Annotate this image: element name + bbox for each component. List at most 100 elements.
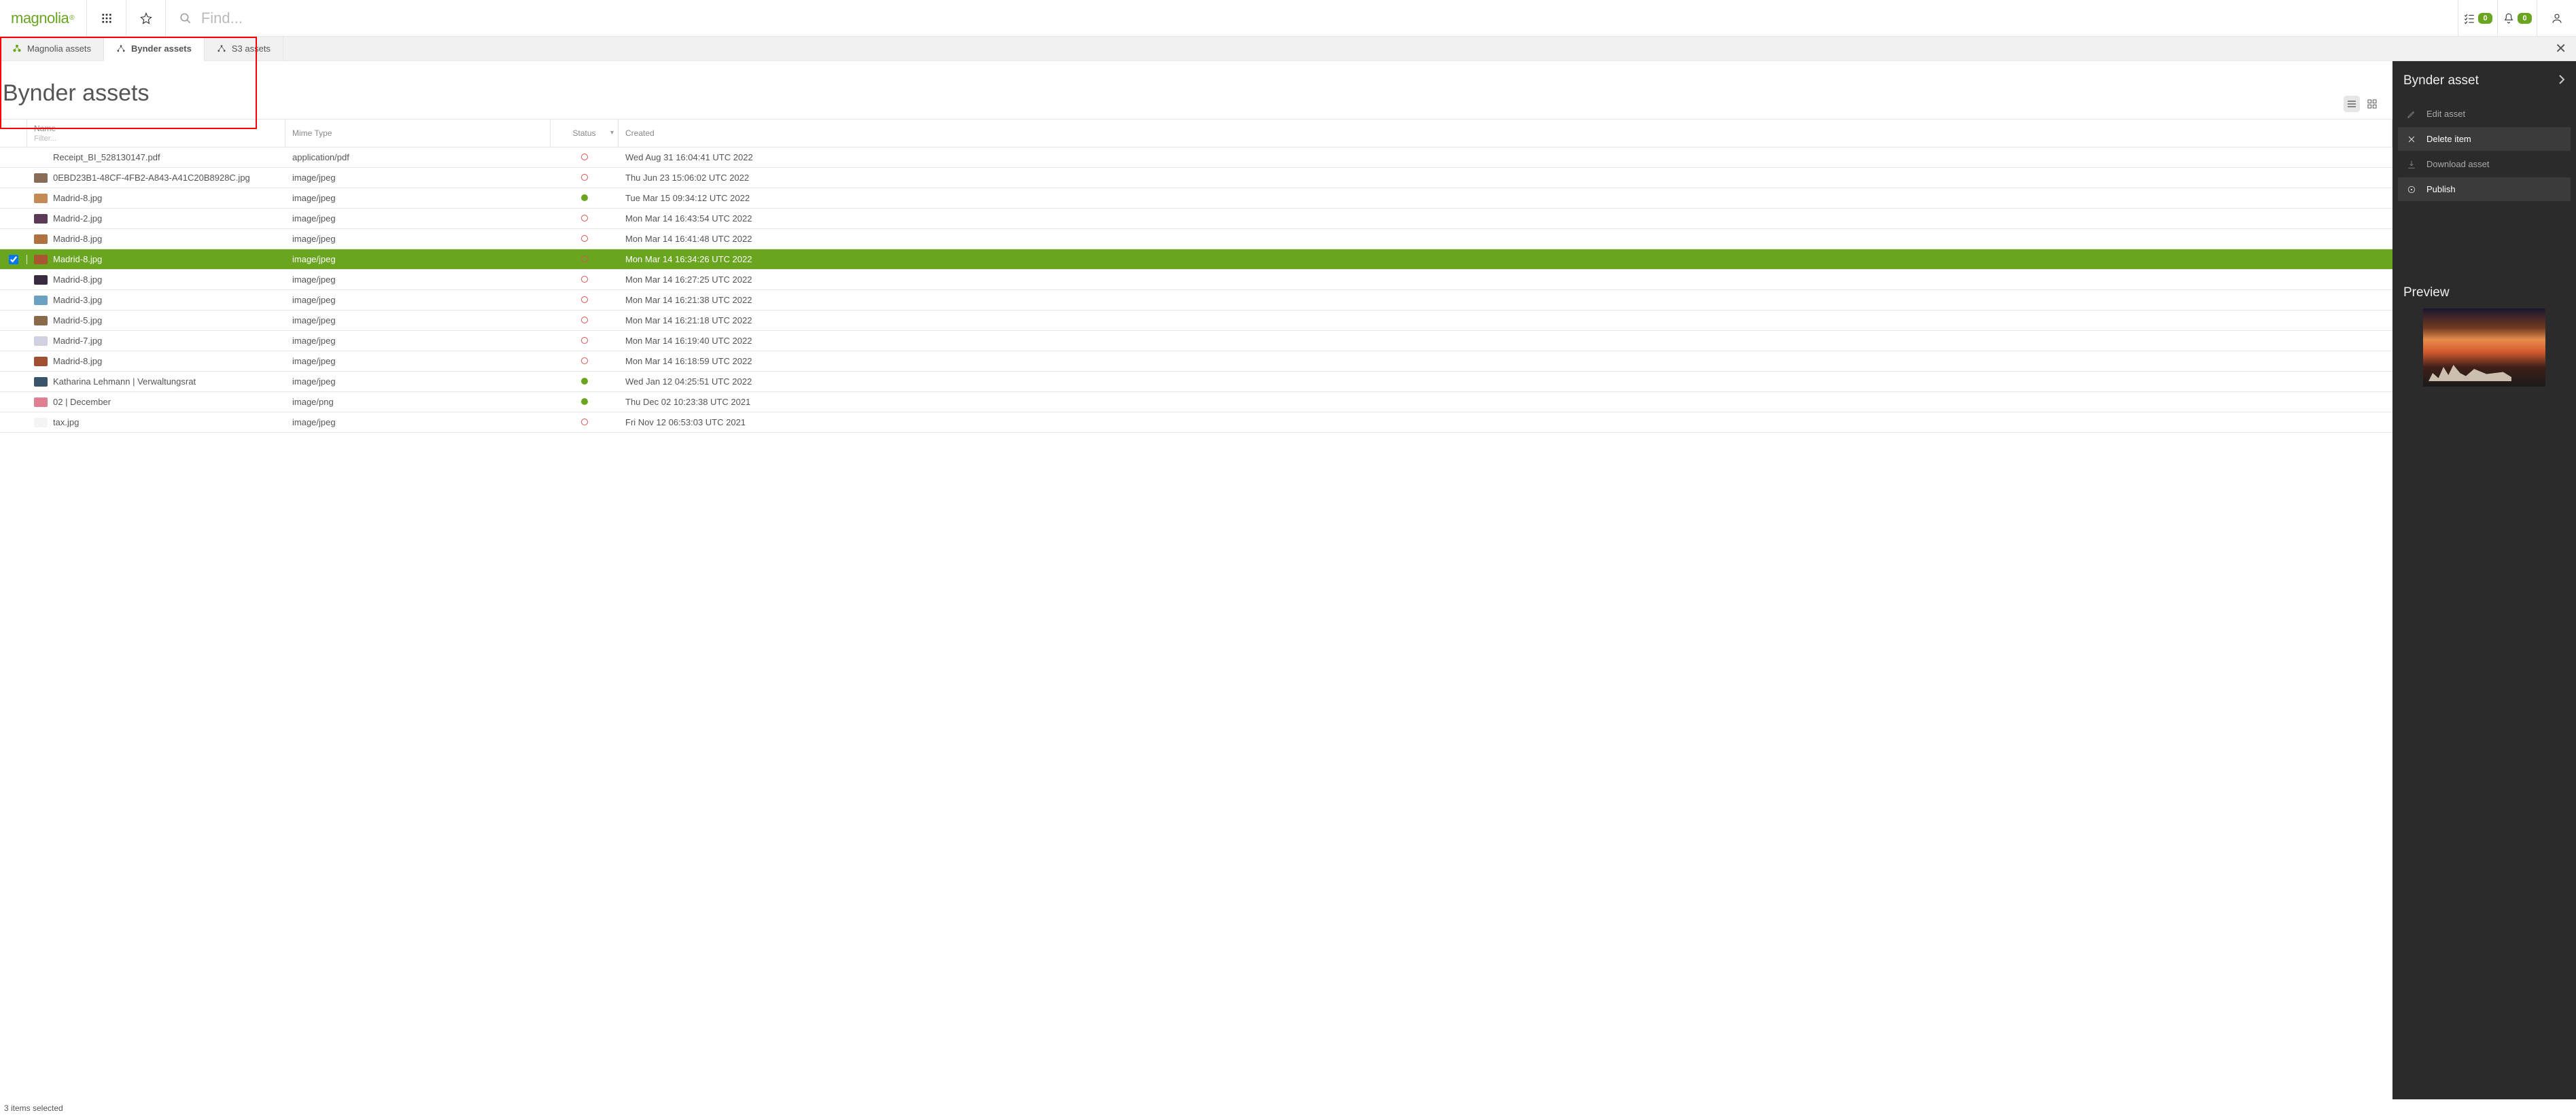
- name-filter-input[interactable]: [34, 135, 278, 143]
- cell-status: [551, 376, 619, 387]
- cell-status: [551, 336, 619, 346]
- favorites-button[interactable]: [126, 0, 166, 36]
- global-search[interactable]: [166, 0, 2458, 36]
- asset-name: 02 | December: [53, 397, 111, 407]
- content-pane: Bynder assets: [0, 61, 2392, 1099]
- publish-action[interactable]: Publish: [2398, 177, 2571, 201]
- row-thumbnail: [34, 357, 48, 366]
- notifications-button[interactable]: 0: [2497, 0, 2537, 36]
- cell-mime: image/jpeg: [285, 376, 551, 387]
- row-thumbnail: [34, 397, 48, 407]
- tree-icon: [12, 44, 22, 54]
- edit-asset-action[interactable]: Edit asset: [2398, 102, 2571, 126]
- status-unpublished-icon: [581, 215, 588, 221]
- cell-name: Madrid-7.jpg: [27, 336, 285, 347]
- table-row[interactable]: Katharina Lehmann | Verwaltungsrat image/…: [0, 372, 2392, 392]
- asset-name: Madrid-2.jpg: [53, 213, 102, 224]
- cell-status: [551, 193, 619, 203]
- nodes-icon: [116, 44, 126, 54]
- asset-name: Madrid-3.jpg: [53, 295, 102, 305]
- assets-table: Name Mime Type Status ▾ Created Receipt_…: [0, 119, 2392, 1099]
- asset-name: Madrid-8.jpg: [53, 254, 102, 264]
- cell-name: Madrid-8.jpg: [27, 254, 285, 265]
- user-icon: [2551, 12, 2563, 24]
- column-created[interactable]: Created: [619, 120, 2392, 147]
- cell-name: Madrid-5.jpg: [27, 315, 285, 326]
- table-row[interactable]: Madrid-7.jpgimage/jpegMon Mar 14 16:19:4…: [0, 331, 2392, 351]
- asset-name: Katharina Lehmann | Verwaltungsrat: [53, 376, 196, 387]
- cell-mime: image/jpeg: [285, 356, 551, 366]
- list-icon: [2346, 99, 2357, 109]
- asset-name: Madrid-8.jpg: [53, 356, 102, 366]
- delete-item-action[interactable]: Delete item: [2398, 127, 2571, 151]
- cell-created: Mon Mar 14 16:21:38 UTC 2022: [619, 295, 2392, 305]
- tab-label: Magnolia assets: [27, 43, 91, 54]
- asset-name: tax.jpg: [53, 417, 79, 427]
- cell-mime: image/png: [285, 397, 551, 407]
- row-thumbnail: [34, 336, 48, 346]
- cell-status: [551, 356, 619, 366]
- cell-created: Fri Nov 12 06:53:03 UTC 2021: [619, 417, 2392, 427]
- table-row[interactable]: tax.jpgimage/jpegFri Nov 12 06:53:03 UTC…: [0, 412, 2392, 433]
- status-bar: 3 items selected: [0, 1099, 2576, 1117]
- row-checkbox-cell[interactable]: [0, 255, 27, 264]
- pencil-icon: [2406, 109, 2417, 119]
- cell-mime: image/jpeg: [285, 274, 551, 285]
- table-row[interactable]: Madrid-8.jpgimage/jpegMon Mar 14 16:18:5…: [0, 351, 2392, 372]
- publish-icon: [2406, 185, 2417, 194]
- cell-created: Tue Mar 15 09:34:12 UTC 2022: [619, 193, 2392, 203]
- table-row[interactable]: Madrid-5.jpgimage/jpegMon Mar 14 16:21:1…: [0, 311, 2392, 331]
- table-row[interactable]: Madrid-8.jpgimage/jpegMon Mar 14 16:27:2…: [0, 270, 2392, 290]
- asset-name: Receipt_BI_528130147.pdf: [53, 152, 160, 162]
- tasks-button[interactable]: 0: [2458, 0, 2497, 36]
- cell-status: [551, 295, 619, 305]
- tab-bynder-assets[interactable]: Bynder assets: [104, 37, 205, 61]
- column-label: Status: [557, 128, 611, 138]
- download-asset-action[interactable]: Download asset: [2398, 152, 2571, 176]
- close-app-button[interactable]: ✕: [2545, 40, 2576, 57]
- table-row[interactable]: Madrid-8.jpgimage/jpegTue Mar 15 09:34:1…: [0, 188, 2392, 209]
- top-bar: magnolia® 0: [0, 0, 2576, 37]
- asset-name: Madrid-8.jpg: [53, 274, 102, 285]
- column-name[interactable]: Name: [27, 120, 285, 147]
- tab-s3-assets[interactable]: S3 assets: [205, 37, 283, 60]
- cell-created: Mon Mar 14 16:21:18 UTC 2022: [619, 315, 2392, 325]
- status-unpublished-icon: [581, 419, 588, 425]
- table-row[interactable]: Receipt_BI_528130147.pdfapplication/pdfW…: [0, 147, 2392, 168]
- preview-thumbnail[interactable]: [2423, 308, 2545, 387]
- table-row[interactable]: Madrid-8.jpgimage/jpegMon Mar 14 16:34:2…: [0, 249, 2392, 270]
- search-input[interactable]: [201, 10, 2444, 27]
- row-thumbnail: [34, 275, 48, 285]
- grid-view-button[interactable]: [2364, 96, 2380, 112]
- table-row[interactable]: Madrid-2.jpgimage/jpegMon Mar 14 16:43:5…: [0, 209, 2392, 229]
- app-launcher-button[interactable]: [87, 0, 126, 36]
- asset-name: 0EBD23B1-48CF-4FB2-A843-A41C20B8928C.jpg: [53, 173, 250, 183]
- list-view-button[interactable]: [2344, 96, 2360, 112]
- brand-reg: ®: [69, 14, 74, 22]
- main-area: Bynder assets: [0, 61, 2576, 1099]
- close-icon: [2406, 135, 2417, 143]
- asset-name: Madrid-8.jpg: [53, 234, 102, 244]
- cell-name: Madrid-3.jpg: [27, 295, 285, 306]
- table-row[interactable]: Madrid-8.jpgimage/jpegMon Mar 14 16:41:4…: [0, 229, 2392, 249]
- tab-label: S3 assets: [232, 43, 271, 54]
- brand-logo[interactable]: magnolia®: [0, 0, 87, 36]
- cell-created: Mon Mar 14 16:19:40 UTC 2022: [619, 336, 2392, 346]
- table-row[interactable]: Madrid-3.jpgimage/jpegMon Mar 14 16:21:3…: [0, 290, 2392, 311]
- status-unpublished-icon: [581, 357, 588, 364]
- user-menu-button[interactable]: [2537, 0, 2576, 36]
- cell-name: Madrid-8.jpg: [27, 356, 285, 367]
- row-checkbox[interactable]: [9, 255, 18, 264]
- column-mime[interactable]: Mime Type: [285, 120, 551, 147]
- column-status[interactable]: Status ▾: [551, 120, 619, 147]
- table-row[interactable]: 02 | Decemberimage/pngThu Dec 02 10:23:3…: [0, 392, 2392, 412]
- expand-panel-button[interactable]: [2558, 73, 2565, 88]
- table-row[interactable]: 0EBD23B1-48CF-4FB2-A843-A41C20B8928C.jpg…: [0, 168, 2392, 188]
- tab-magnolia-assets[interactable]: Magnolia assets: [0, 37, 104, 60]
- action-label: Download asset: [2426, 159, 2490, 169]
- cell-created: Wed Jan 12 04:25:51 UTC 2022: [619, 376, 2392, 387]
- cell-status: [551, 274, 619, 285]
- table-header: Name Mime Type Status ▾ Created: [0, 120, 2392, 147]
- cell-name: Madrid-8.jpg: [27, 193, 285, 204]
- select-all-checkbox[interactable]: [0, 120, 27, 147]
